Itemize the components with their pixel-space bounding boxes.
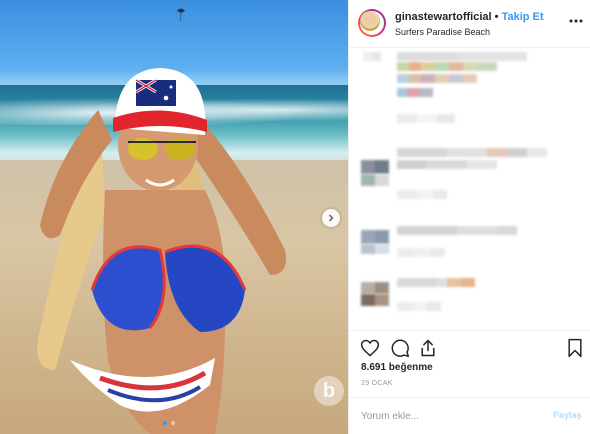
post-side-panel: ginastewartofficial • Takip Et Surfers P… <box>348 0 590 434</box>
post-comment-button[interactable]: Paylaş <box>553 410 582 420</box>
next-image-button[interactable] <box>322 209 340 227</box>
post-header: ginastewartofficial • Takip Et Surfers P… <box>349 0 590 48</box>
carousel-dot <box>171 421 175 425</box>
comments-list <box>349 48 590 330</box>
likes-count[interactable]: 8.691 beğenme <box>361 362 433 373</box>
separator-dot: • <box>494 11 499 23</box>
heart-icon[interactable] <box>360 338 380 358</box>
avatar[interactable] <box>358 9 386 37</box>
carousel-dot-active <box>163 421 167 425</box>
comment-input[interactable] <box>361 408 541 424</box>
username-line: ginastewartofficial • Takip Et <box>395 11 544 23</box>
carousel-indicator <box>163 421 175 425</box>
share-icon[interactable] <box>418 338 438 358</box>
comment-bubble-icon[interactable] <box>390 338 410 358</box>
watermark-logo: b <box>314 376 344 406</box>
instagram-post: b ginastewartofficial • Takip Et Surfers… <box>0 0 590 434</box>
bookmark-icon[interactable] <box>565 338 585 358</box>
action-bar <box>349 330 590 364</box>
add-comment-section: Paylaş <box>349 397 590 434</box>
follow-button[interactable]: Takip Et <box>502 11 544 23</box>
kite-icon <box>177 8 185 21</box>
post-date: 29 OCAK <box>361 380 393 387</box>
more-options-icon <box>569 19 583 23</box>
post-photo[interactable]: b <box>0 0 348 434</box>
more-options-button[interactable] <box>568 13 584 29</box>
chevron-right-icon <box>329 214 334 222</box>
woman-figure <box>37 68 286 434</box>
username[interactable]: ginastewartofficial <box>395 11 492 23</box>
location-link[interactable]: Surfers Paradise Beach <box>395 27 490 37</box>
